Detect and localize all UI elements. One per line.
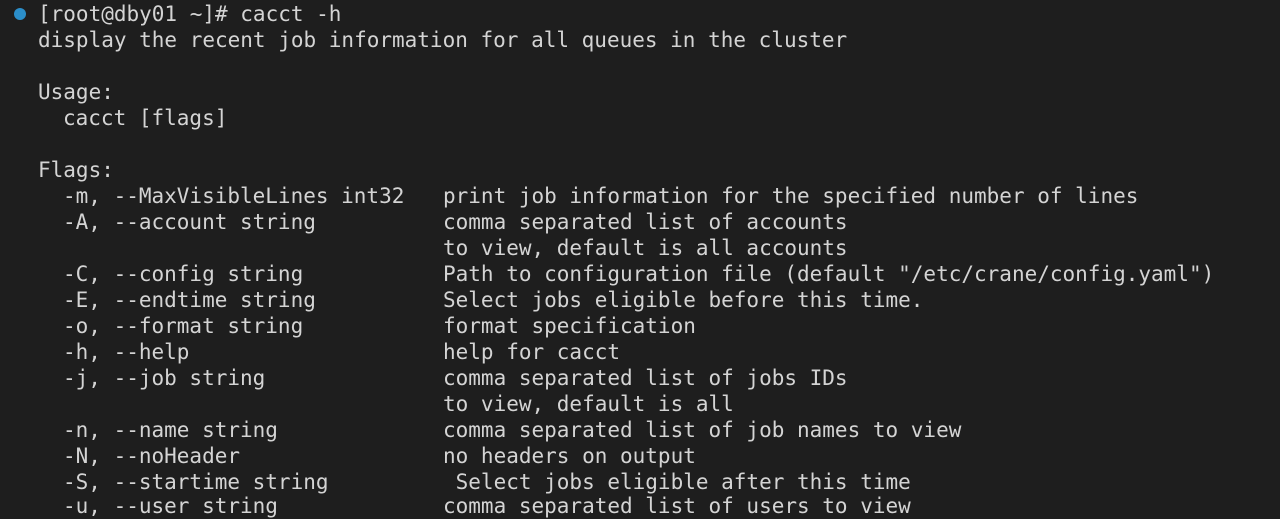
command-text: [root@dby01 ~]# cacct -h (38, 2, 342, 26)
flags-heading: Flags: (0, 157, 1280, 183)
flag-name: -C, --config string (63, 262, 304, 286)
flag-description: help for cacct (443, 340, 621, 364)
flag-name: -h, --help (63, 340, 190, 364)
flag-description: comma separated list of users to view (443, 494, 911, 518)
flag-row: -C, --config string Path to configuratio… (0, 261, 1280, 287)
flag-name: -E, --endtime string (63, 288, 316, 312)
flag-name: -m, --MaxVisibleLines int32 (63, 184, 405, 208)
usage-heading: Usage: (0, 79, 1280, 105)
flags-heading-text: Flags: (38, 158, 114, 182)
flag-row: to view, default is all (0, 391, 1280, 417)
flag-description: Path to configuration file (default "/et… (443, 262, 1215, 286)
flag-row: -j, --job string comma separated list of… (0, 365, 1280, 391)
flag-name: -j, --job string (63, 366, 266, 390)
flag-row: to view, default is all accounts (0, 235, 1280, 261)
circle-dot-icon (14, 8, 26, 20)
flag-row: -S, --startime string Select jobs eligib… (0, 469, 1280, 495)
flag-name: -n, --name string (63, 418, 278, 442)
flag-description: to view, default is all accounts (443, 236, 848, 260)
flag-description: comma separated list of accounts (443, 210, 848, 234)
flag-row: -o, --format string format specification (0, 313, 1280, 339)
flag-row: -N, --noHeader no headers on output (0, 443, 1280, 469)
flag-description: Select jobs eligible after this time (443, 470, 911, 494)
flag-description: to view, default is all (443, 392, 734, 416)
flag-description: print job information for the specified … (443, 184, 1139, 208)
flag-row: -A, --account string comma separated lis… (0, 209, 1280, 235)
terminal-window[interactable]: [root@dby01 ~]# cacct -h display the rec… (0, 0, 1280, 519)
flag-description: format specification (443, 314, 696, 338)
flag-name: -S, --startime string (63, 470, 329, 494)
flag-row: -u, --user string comma separated list o… (0, 493, 1280, 519)
flag-row: -n, --name string comma separated list o… (0, 417, 1280, 443)
flag-name: -u, --user string (63, 494, 278, 518)
flag-description: comma separated list of jobs IDs (443, 366, 848, 390)
flag-name: -N, --noHeader (63, 444, 241, 468)
flag-description: comma separated list of job names to vie… (443, 418, 962, 442)
description-text: display the recent job information for a… (38, 28, 848, 52)
description-line: display the recent job information for a… (0, 27, 1280, 53)
usage-heading-text: Usage: (38, 80, 114, 104)
flag-row: -h, --help help for cacct (0, 339, 1280, 365)
flag-name: -A, --account string (63, 210, 316, 234)
flag-description: no headers on output (443, 444, 696, 468)
flag-row: -E, --endtime string Select jobs eligibl… (0, 287, 1280, 313)
flag-description: Select jobs eligible before this time. (443, 288, 924, 312)
flag-row: -m, --MaxVisibleLines int32 print job in… (0, 183, 1280, 209)
usage-syntax-text: cacct [flags] (63, 106, 228, 130)
flag-name: -o, --format string (63, 314, 304, 338)
usage-syntax: cacct [flags] (0, 105, 1280, 131)
prompt-line: [root@dby01 ~]# cacct -h (0, 1, 1280, 27)
